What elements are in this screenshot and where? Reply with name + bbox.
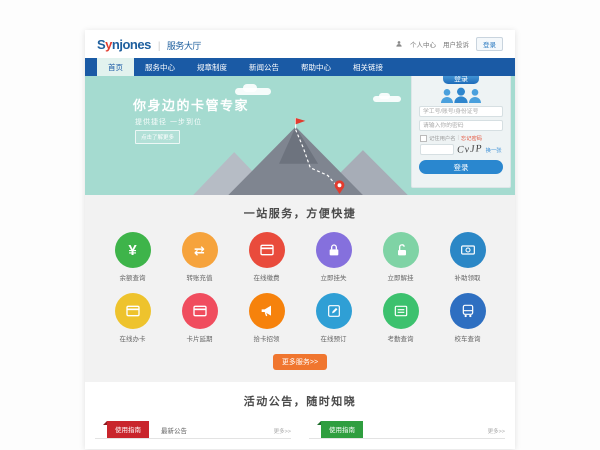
service-report-loss[interactable]: 立即挂失 [300, 232, 367, 282]
news-more-link[interactable]: 更多>> [274, 427, 291, 438]
transfer-arrows-icon: ⇄ [182, 232, 218, 268]
service-online-booking[interactable]: 在线预订 [300, 293, 367, 343]
user-icon [395, 40, 403, 48]
nav-item-rules[interactable]: 规章制度 [186, 58, 238, 76]
login-tab[interactable]: 登录 [443, 76, 479, 84]
personal-center-link[interactable]: 个人中心 [410, 39, 436, 49]
nav-item-help-center[interactable]: 帮助中心 [290, 58, 342, 76]
guide-panel: 使用指南 更多>> [309, 419, 505, 439]
unlock-icon [383, 232, 419, 268]
logo-text: S [97, 37, 105, 52]
latest-news-tab[interactable]: 最新公告 [161, 425, 187, 438]
bank-card-icon [249, 232, 285, 268]
remember-row: 记住用户名 | 忘记密码 [420, 134, 502, 142]
mountain-illustration [193, 117, 408, 195]
login-panel: 登录 记住用户名 | 忘记密码 CvJP 换一张 登录 [411, 76, 511, 188]
synjones-logo[interactable]: Synjones | 服务大厅 [97, 37, 201, 52]
guide-more-link[interactable]: 更多>> [488, 427, 505, 438]
site-title: 服务大厅 [167, 39, 201, 52]
logo-divider: | [158, 41, 160, 52]
remember-label: 记住用户名 [429, 134, 456, 142]
service-attendance-query[interactable]: 考勤查询 [367, 293, 434, 343]
more-services-button[interactable]: 更多服务>> [273, 354, 327, 370]
header-account-area: 个人中心 用户投诉 登录 [395, 37, 503, 51]
announcements-section: 活动公告，随时知晓 使用指南 最新公告 更多>> 使用指南 更多>> [85, 382, 515, 449]
hero-learn-more-button[interactable]: 点击了解更多 [135, 130, 180, 144]
services-heading: 一站服务，方便快捷 [85, 205, 515, 221]
service-balance-query[interactable]: ¥ 余额查询 [99, 232, 166, 282]
service-hall-page: Synjones | 服务大厅 个人中心 用户投诉 登录 首页 服务中心 规章制… [85, 30, 515, 449]
service-school-bus-query[interactable]: 校车查询 [434, 293, 501, 343]
service-online-card-apply[interactable]: 在线办卡 [99, 293, 166, 343]
logo-accent: y [105, 37, 112, 52]
captcha-image: CvJP [457, 143, 483, 156]
hero-banner: 你身边的卡管专家 提供捷径 一步到位 点击了解更多 登录 记住用户名 | 忘记密… [85, 76, 515, 195]
captcha-input[interactable] [420, 144, 454, 155]
service-online-payment[interactable]: 在线缴费 [233, 232, 300, 282]
remember-divider: | [458, 135, 459, 141]
service-subsidy-collect[interactable]: 补助领取 [434, 232, 501, 282]
users-icon [439, 87, 483, 103]
header-login-button[interactable]: 登录 [476, 37, 503, 51]
hero-subtitle: 提供捷径 一步到位 [135, 117, 202, 127]
announcement-panels: 使用指南 最新公告 更多>> 使用指南 更多>> [95, 419, 505, 439]
service-lost-card-claim[interactable]: 拾卡招领 [233, 293, 300, 343]
hero-title: 你身边的卡管专家 [133, 95, 249, 114]
login-submit-button[interactable]: 登录 [419, 160, 503, 174]
edit-icon [316, 293, 352, 329]
megaphone-icon [249, 293, 285, 329]
bank-card-icon [115, 293, 151, 329]
service-unfreeze-card[interactable]: 立即解挂 [367, 232, 434, 282]
forgot-password-link[interactable]: 忘记密码 [461, 134, 482, 142]
password-input[interactable] [419, 120, 503, 131]
services-grid: ¥ 余额查询 ⇄ 转账充值 在线缴费 立即挂失 [99, 232, 501, 343]
nav-item-news[interactable]: 新闻公告 [238, 58, 290, 76]
captcha-refresh-link[interactable]: 换一张 [486, 146, 502, 154]
nav-item-service-center[interactable]: 服务中心 [134, 58, 186, 76]
services-section: 一站服务，方便快捷 ¥ 余额查询 ⇄ 转账充值 在线缴费 立即挂失 [85, 195, 515, 382]
bank-card-icon [182, 293, 218, 329]
site-header: Synjones | 服务大厅 个人中心 用户投诉 登录 [85, 30, 515, 58]
cloud-shape [373, 96, 401, 102]
nav-item-home[interactable]: 首页 [97, 58, 134, 76]
captcha-row: CvJP 换一张 [420, 144, 502, 155]
service-card-renewal[interactable]: 卡片延期 [166, 293, 233, 343]
announcements-heading: 活动公告，随时知晓 [85, 393, 515, 409]
user-feedback-link[interactable]: 用户投诉 [443, 39, 469, 49]
cloud-shape [235, 88, 271, 95]
main-nav: 首页 服务中心 规章制度 新闻公告 帮助中心 相关链接 [85, 58, 515, 76]
service-transfer-recharge[interactable]: ⇄ 转账充值 [166, 232, 233, 282]
usage-guide-ribbon[interactable]: 使用指南 [321, 421, 363, 438]
usage-guide-ribbon[interactable]: 使用指南 [107, 421, 149, 438]
nav-item-related-links[interactable]: 相关链接 [342, 58, 394, 76]
list-icon [383, 293, 419, 329]
remember-checkbox[interactable] [420, 135, 427, 142]
bus-icon [450, 293, 486, 329]
username-input[interactable] [419, 106, 503, 117]
yen-icon: ¥ [115, 232, 151, 268]
banknote-icon [450, 232, 486, 268]
news-panel: 使用指南 最新公告 更多>> [95, 419, 291, 439]
lock-icon [316, 232, 352, 268]
logo-text-rest: njones [112, 37, 151, 52]
